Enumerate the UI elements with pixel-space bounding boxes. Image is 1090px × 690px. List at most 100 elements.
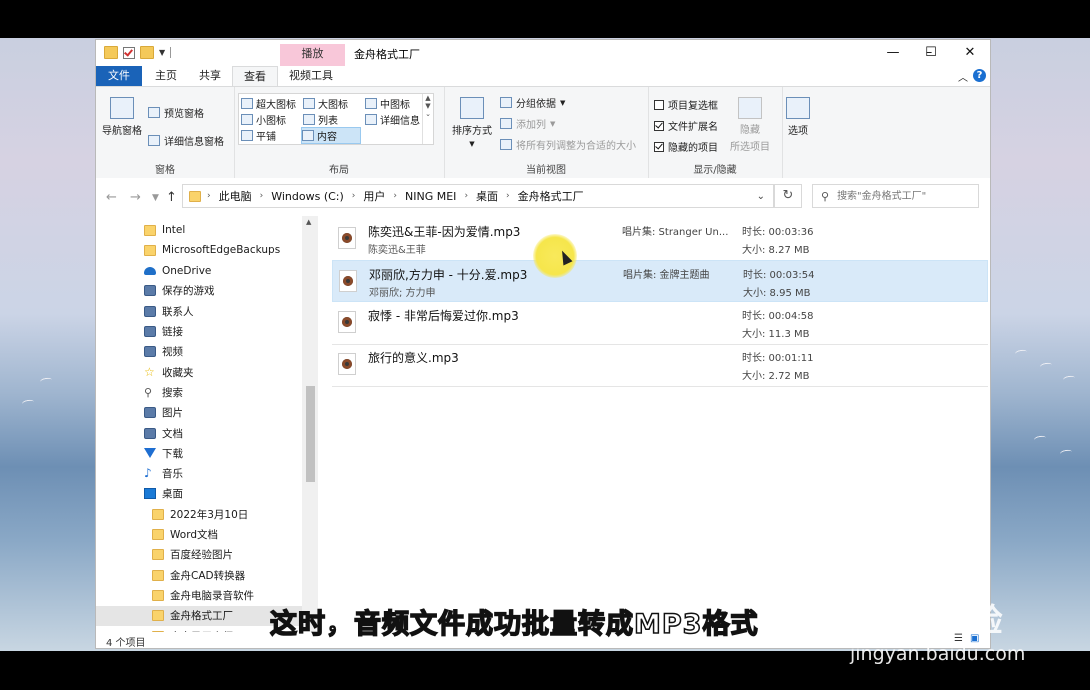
preview-pane-button[interactable]: 预览窗格 — [148, 105, 204, 120]
file-row[interactable]: 旅行的意义.mp3 时长: 00:01:11 大小: 2.72 MB — [332, 344, 988, 387]
item-checkboxes-checkbox[interactable] — [654, 99, 664, 110]
help-icon[interactable]: ? — [973, 69, 986, 82]
tab-home[interactable]: 主页 — [146, 66, 186, 86]
crumb-this-pc[interactable]: 此电脑 — [219, 188, 252, 204]
nav-item[interactable]: 金舟CAD转换器 — [96, 565, 302, 585]
file-name: 寂悸 - 非常后悔爱过你.mp3 — [368, 309, 519, 323]
nav-item[interactable]: 保存的游戏 — [96, 281, 302, 301]
layout-extra-large-icons[interactable]: 超大图标 — [241, 96, 296, 111]
group-by-button[interactable]: 分组依据 ▼ — [500, 95, 565, 110]
layout-tiles[interactable]: 平铺 — [241, 128, 276, 143]
details-icon — [365, 114, 377, 125]
nav-item[interactable]: 2022年3月10日 — [96, 504, 302, 524]
up-arrow-icon[interactable]: ↑ — [166, 190, 177, 205]
tab-file[interactable]: 文件 — [96, 66, 142, 86]
nav-item[interactable]: OneDrive — [96, 261, 302, 281]
nav-item[interactable]: 视频 — [96, 342, 302, 362]
crumb-separator-icon: › — [506, 191, 510, 201]
add-column-button[interactable]: 添加列 ▼ — [500, 116, 555, 131]
nav-item[interactable]: Intel — [96, 220, 302, 240]
tab-share[interactable]: 共享 — [190, 66, 230, 86]
scroll-up-icon[interactable]: ▲ — [306, 218, 311, 226]
nav-item[interactable]: 文档 — [96, 423, 302, 443]
file-row[interactable]: 陈奕迅&王菲-因为爱情.mp3 陈奕迅&王菲 唱片集: Stranger Un...… — [332, 218, 988, 261]
file-duration: 时长: 00:03:54 — [743, 270, 815, 281]
item-checkboxes-toggle[interactable]: 项目复选框 — [654, 97, 718, 112]
refresh-icon[interactable]: ↻ — [774, 184, 802, 208]
address-path[interactable]: › 此电脑 › Windows (C:) › 用户 › NING MEI › 桌面 › 金… — [182, 184, 774, 208]
nav-item[interactable]: 图片 — [96, 403, 302, 423]
address-chevron-down-icon[interactable]: ⌄ — [757, 191, 765, 202]
nav-pane-button[interactable]: 导航窗格 — [102, 97, 142, 137]
nav-scrollbar[interactable]: ▲ — [302, 216, 318, 632]
hidden-items-toggle[interactable]: 隐藏的项目 — [654, 139, 718, 154]
nav-item[interactable]: 联系人 — [96, 301, 302, 321]
item-count: 4 个项目 — [106, 638, 146, 648]
crumb-current-folder[interactable]: 金舟格式工厂 — [518, 188, 584, 204]
extra-large-icons-icon — [241, 98, 253, 109]
nav-item-label: Word文档 — [170, 529, 218, 541]
crumb-separator-icon: › — [207, 191, 211, 201]
nav-item[interactable]: 链接 — [96, 322, 302, 342]
layout-gallery-scroll[interactable]: ▲ ▼ ⌄ — [422, 94, 433, 144]
nav-item-label: 文档 — [162, 427, 183, 440]
layout-list[interactable]: 列表 — [303, 112, 338, 127]
nav-item[interactable]: MicrosoftEdgeBackups — [96, 240, 302, 260]
watermark-url: jingyan.baidu.com — [850, 643, 1026, 665]
file-row[interactable]: 寂悸 - 非常后悔爱过你.mp3 时长: 00:04:58 大小: 11.3 MB — [332, 302, 988, 345]
nav-item[interactable]: 桌面 — [96, 484, 302, 504]
crumb-users[interactable]: 用户 — [363, 188, 385, 204]
crumb-c-drive[interactable]: Windows (C:) — [271, 190, 344, 203]
file-ext-checkbox[interactable] — [654, 120, 664, 131]
hide-selected-button[interactable]: 隐藏 所选项目 — [730, 97, 770, 153]
back-arrow-icon[interactable]: ← — [106, 190, 117, 205]
nav-scroll-thumb[interactable] — [306, 386, 315, 482]
layout-details[interactable]: 详细信息 — [365, 112, 420, 127]
crumb-user[interactable]: NING MEI — [405, 190, 456, 203]
options-button[interactable]: 选项 — [786, 97, 810, 137]
properties-check-icon[interactable] — [123, 46, 135, 59]
tab-view[interactable]: 查看 — [232, 66, 278, 87]
file-ext-toggle[interactable]: 文件扩展名 — [654, 118, 718, 133]
nav-item[interactable]: ♪ 音乐 — [96, 464, 302, 484]
hidden-items-checkbox[interactable] — [654, 141, 664, 152]
audio-file-icon — [339, 270, 357, 292]
file-artist: 陈奕迅&王菲 — [368, 245, 426, 256]
nav-item[interactable]: 百度经验图片 — [96, 545, 302, 565]
collapse-ribbon-chevron-icon[interactable]: ︿ — [958, 69, 968, 84]
list-icon — [303, 114, 315, 125]
customize-toolbar-chevron-icon[interactable]: ▼ — [159, 48, 165, 57]
nav-item-label: 百度经验图片 — [170, 549, 233, 562]
forward-arrow-icon[interactable]: → — [130, 190, 141, 205]
layout-small-icons[interactable]: 小图标 — [241, 112, 286, 127]
folder-icon — [152, 569, 164, 581]
nav-item[interactable]: 下载 — [96, 443, 302, 463]
layout-medium-icons[interactable]: 中图标 — [365, 96, 410, 111]
file-row[interactable]: 邓丽欣,方力申 - 十分.爱.mp3 邓丽欣; 方力申 唱片集: 金牌主题曲 时长: … — [332, 260, 988, 302]
nav-item[interactable]: ☆ 收藏夹 — [96, 362, 302, 382]
srch-icon: ⚲ — [144, 385, 153, 399]
details-pane-label: 详细信息窗格 — [164, 137, 224, 148]
nav-item-label: 联系人 — [162, 305, 194, 318]
group-by-icon — [500, 97, 512, 108]
sort-by-button[interactable]: 排序方式 ▼ — [452, 97, 492, 148]
tab-video-tools[interactable]: 视频工具 — [280, 66, 342, 86]
fit-columns-button[interactable]: 将所有列调整为合适的大小 — [500, 137, 636, 152]
layout-content[interactable]: 内容 — [301, 127, 361, 144]
nav-item-label: Intel — [162, 224, 186, 236]
recent-locations-chevron-icon[interactable]: ▼ — [152, 193, 159, 203]
layout-large-icons[interactable]: 大图标 — [303, 96, 348, 111]
search-box[interactable]: ⚲ — [812, 184, 979, 208]
search-input[interactable] — [835, 189, 970, 203]
file-duration: 时长: 00:01:11 — [742, 353, 814, 364]
new-folder-icon[interactable] — [140, 46, 154, 59]
nav-item[interactable]: Word文档 — [96, 525, 302, 545]
details-pane-button[interactable]: 详细信息窗格 — [148, 133, 224, 148]
maximize-icon[interactable]: ☐ — [912, 40, 950, 66]
crumb-desktop[interactable]: 桌面 — [476, 188, 498, 204]
nav-pane-label: 导航窗格 — [102, 126, 142, 137]
close-icon[interactable]: ✕ — [951, 40, 989, 66]
nav-item[interactable]: ⚲ 搜索 — [96, 382, 302, 402]
minimize-icon[interactable]: — — [874, 40, 912, 66]
nav-item-label: 保存的游戏 — [162, 285, 215, 298]
